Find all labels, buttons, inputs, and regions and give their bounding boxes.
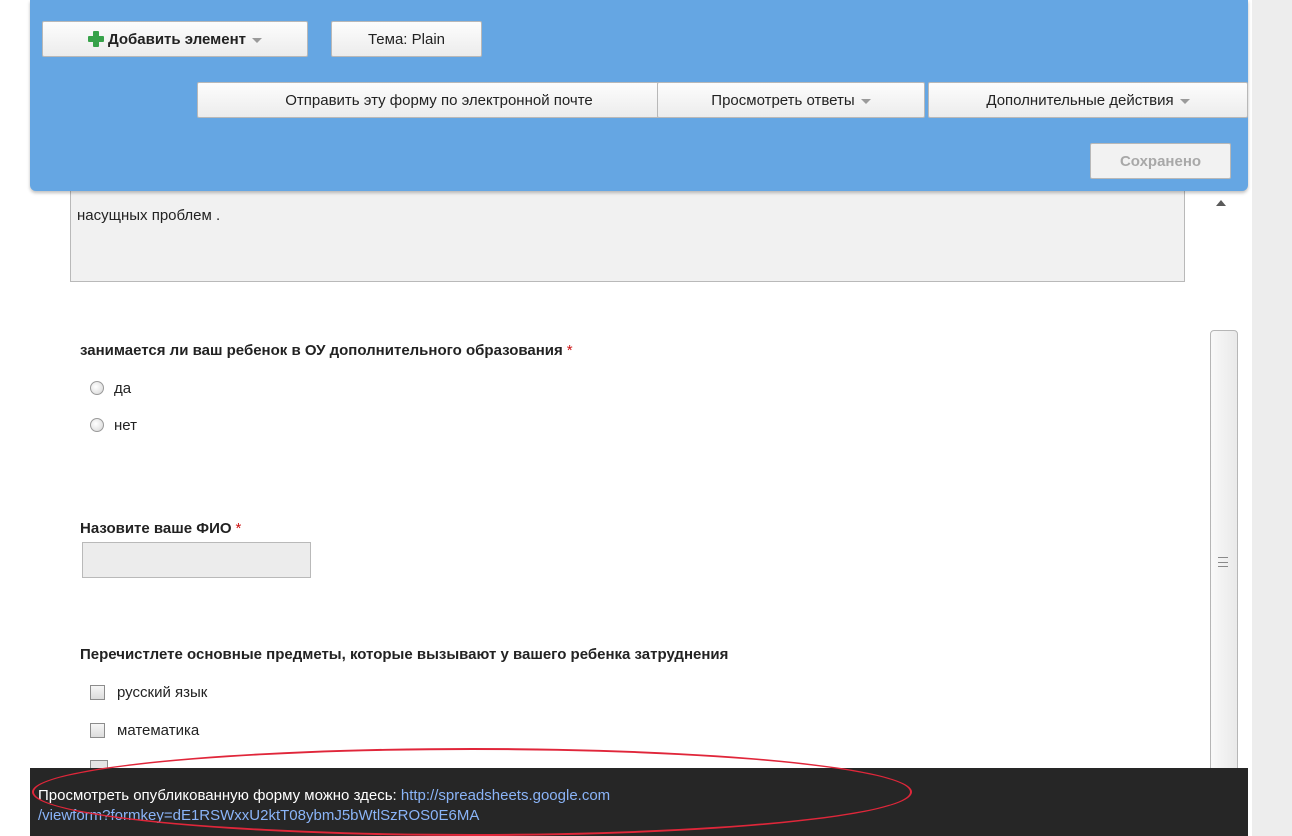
question-title-full-name: Назовите ваше ФИО * (80, 520, 241, 537)
question-title-extra-education: занимается ли ваш ребенок в ОУ дополните… (80, 342, 573, 359)
send-email-button[interactable]: Отправить эту форму по электронной почте (197, 82, 681, 118)
theme-button[interactable]: Тема: Plain (331, 21, 482, 57)
editor-toolbar: Добавить элемент Тема: Plain Отправить э… (30, 0, 1248, 191)
form-description-text: насущных проблем . (77, 207, 221, 224)
theme-label: Тема: Plain (367, 30, 445, 48)
chevron-down-icon (860, 98, 871, 104)
page-gutter (1252, 0, 1292, 836)
radio-option-label: да (114, 379, 132, 397)
checkbox-option-math[interactable]: математика (90, 720, 199, 740)
full-name-input[interactable] (82, 542, 311, 578)
scroll-up-arrow-icon[interactable] (1216, 200, 1226, 206)
radio-option-no[interactable]: нет (90, 415, 137, 435)
required-asterisk: * (566, 342, 573, 359)
plus-icon (87, 31, 104, 47)
required-asterisk: * (235, 520, 242, 537)
add-element-label: Добавить элемент (107, 30, 247, 48)
radio-button[interactable] (90, 381, 104, 395)
question-title-text: Назовите ваше ФИО (80, 520, 232, 537)
view-responses-label: Просмотреть ответы (711, 91, 855, 109)
question-title-text: занимается ли ваш ребенок в ОУ дополните… (80, 342, 563, 359)
saved-label: Сохранено (1119, 152, 1202, 170)
saved-button[interactable]: Сохранено (1090, 143, 1231, 179)
published-form-link-continued[interactable]: /viewform?formkey=dE1RSWxxU2ktT08ybmJ5bW… (38, 807, 479, 824)
published-form-link[interactable]: http://spreadsheets.google.com (401, 787, 610, 804)
notification-line-1: Просмотреть опубликованную форму можно з… (38, 786, 1248, 806)
add-element-button[interactable]: Добавить элемент (42, 21, 308, 57)
form-description-box[interactable]: насущных проблем . (70, 180, 1185, 282)
question-title-difficult-subjects: Перечистлете основные предметы, которые … (80, 646, 728, 663)
radio-button[interactable] (90, 418, 104, 432)
published-form-notification: Просмотреть опубликованную форму можно з… (30, 768, 1248, 836)
question-title-text: Перечистлете основные предметы, которые … (80, 646, 729, 663)
chevron-down-icon (1179, 98, 1190, 104)
scrollbar-grip-icon (1218, 557, 1228, 567)
send-email-label: Отправить эту форму по электронной почте (285, 91, 593, 109)
notification-text: Просмотреть опубликованную форму можно з… (38, 787, 397, 804)
checkbox-option-russian[interactable]: русский язык (90, 682, 207, 702)
view-responses-button[interactable]: Просмотреть ответы (657, 82, 925, 118)
checkbox[interactable] (90, 722, 105, 738)
more-actions-label: Дополнительные действия (986, 91, 1174, 109)
more-actions-button[interactable]: Дополнительные действия (928, 82, 1248, 118)
radio-option-label: нет (114, 416, 137, 434)
radio-option-yes[interactable]: да (90, 378, 131, 398)
checkbox-option-label: математика (117, 721, 200, 739)
checkbox-option-label: русский язык (117, 683, 208, 701)
notification-line-2: /viewform?formkey=dE1RSWxxU2ktT08ybmJ5bW… (38, 806, 1248, 826)
chevron-down-icon (252, 37, 263, 43)
checkbox[interactable] (90, 684, 105, 700)
